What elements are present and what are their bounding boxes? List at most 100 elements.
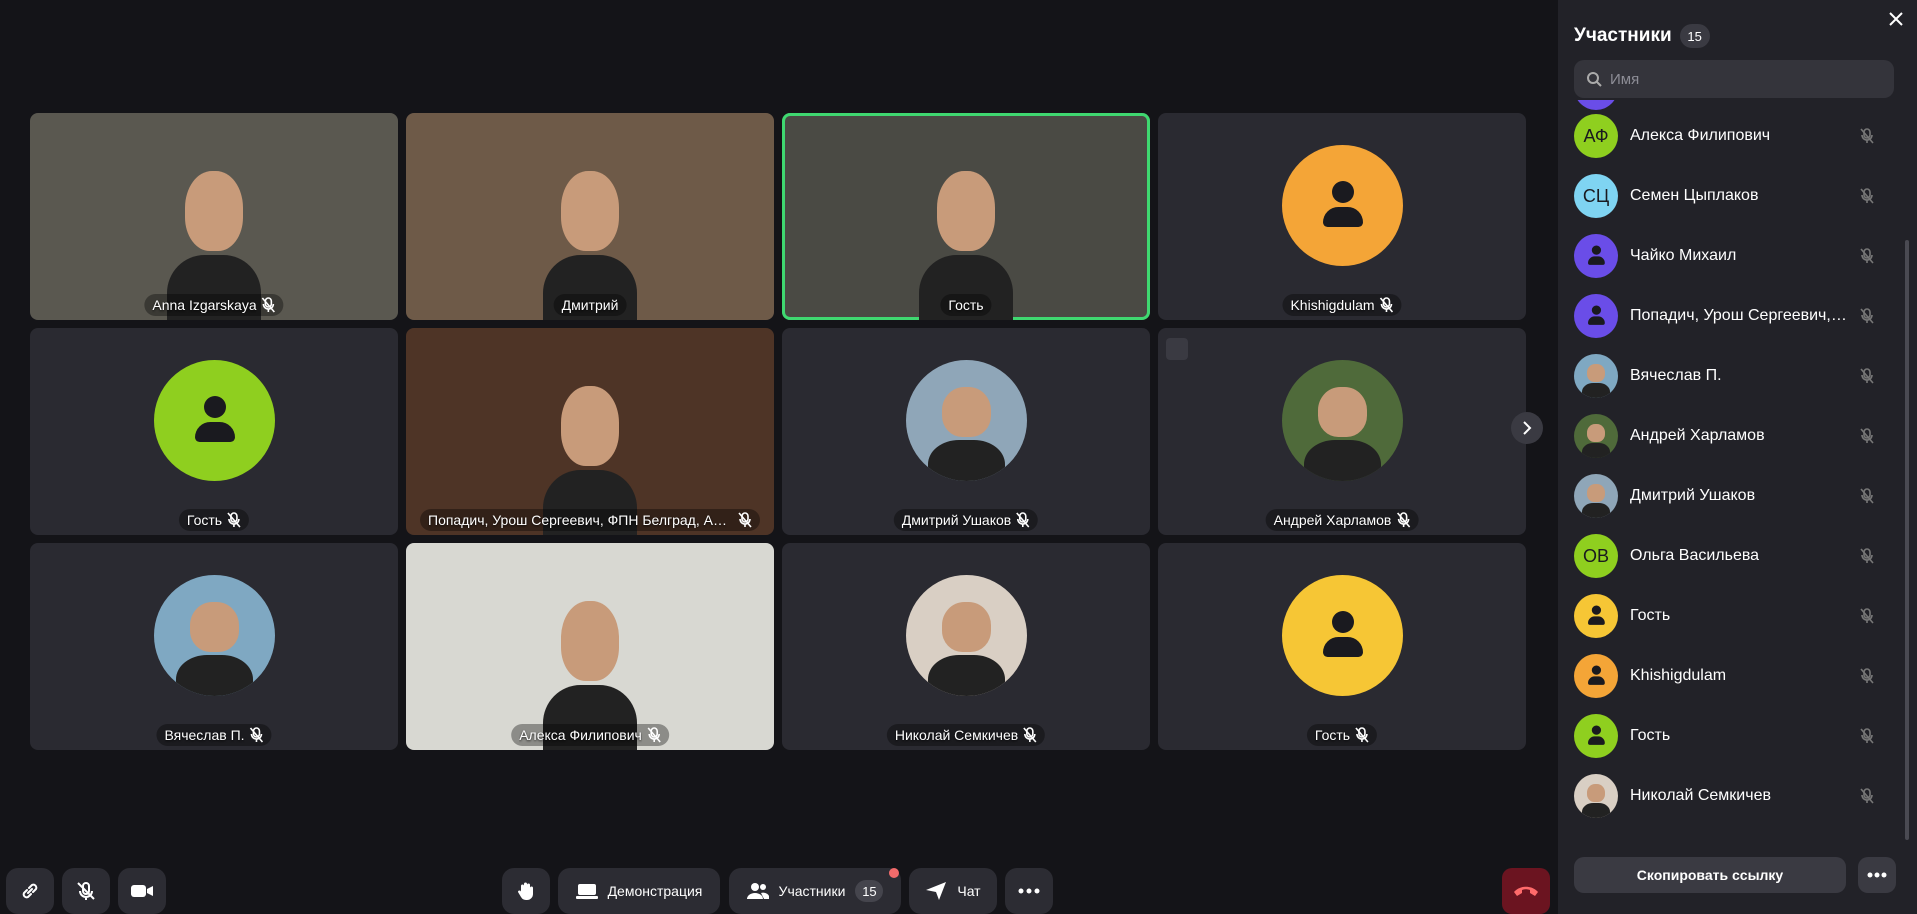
participant-name-chip: Дмитрий xyxy=(553,294,627,316)
participant-list-item[interactable]: АФ Алекса Филипович xyxy=(1574,106,1894,166)
participant-name: Khishigdulam xyxy=(1290,297,1375,313)
participant-tile[interactable]: Дмитрий Ушаков xyxy=(782,328,1150,535)
participant-list-item[interactable]: Андрей Харламов xyxy=(1574,406,1894,466)
search-icon xyxy=(1587,72,1602,87)
person-icon xyxy=(1320,180,1366,231)
video-feed xyxy=(406,328,774,535)
hang-up-icon xyxy=(1514,886,1538,896)
participant-name: Чайко Михаил xyxy=(1630,247,1737,264)
signal-icon xyxy=(1166,338,1188,360)
link-icon xyxy=(22,883,38,899)
send-icon xyxy=(926,882,947,900)
participant-name-chip: Алекса Филипович xyxy=(511,724,669,746)
close-icon[interactable] xyxy=(1887,10,1905,28)
screen-share-icon xyxy=(575,884,598,899)
participant-name: Николай Семкичев xyxy=(1630,787,1771,804)
participant-list-item[interactable]: Чайко Михаил xyxy=(1574,226,1894,286)
video-feed xyxy=(782,113,1150,320)
participant-list-item[interactable]: Попадич, Урош Сергеевич, ФПН Белград, Ас… xyxy=(1574,286,1894,346)
participants-icon xyxy=(746,883,769,899)
mic-off-icon xyxy=(1860,788,1874,804)
chat-button[interactable]: Чат xyxy=(909,868,997,914)
participant-tile[interactable]: Гость xyxy=(1158,543,1526,750)
video-feed xyxy=(406,543,774,750)
raise-hand-button[interactable] xyxy=(502,868,550,914)
participant-name: Попадич, Урош Сергеевич, ФПН Белград, Ас… xyxy=(1630,307,1848,324)
avatar xyxy=(1282,360,1403,481)
mic-off-icon xyxy=(1396,512,1410,528)
more-options-button[interactable] xyxy=(1005,868,1053,914)
participants-count-badge: 15 xyxy=(855,880,884,902)
panel-title: Участники 15 xyxy=(1574,24,1710,48)
mic-off-icon xyxy=(1860,308,1874,324)
avatar xyxy=(1282,575,1403,696)
participant-list-item[interactable]: Гость xyxy=(1574,706,1894,766)
copy-link-button[interactable] xyxy=(6,868,54,914)
avatar-initials: АФ xyxy=(1583,125,1609,146)
microphone-toggle-button[interactable] xyxy=(62,868,110,914)
participant-tile[interactable]: Андрей Харламов xyxy=(1158,328,1526,535)
participant-list-item[interactable]: Гость xyxy=(1574,586,1894,646)
avatar-initials: ОВ xyxy=(1582,545,1609,566)
mic-off-icon xyxy=(77,882,95,900)
panel-count-badge: 15 xyxy=(1679,24,1710,48)
participant-tile[interactable]: Вячеслав П. xyxy=(30,543,398,750)
mic-off-icon xyxy=(1860,548,1874,564)
participant-tile[interactable]: Khishigdulam xyxy=(1158,113,1526,320)
participant-list-item[interactable]: Khishigdulam xyxy=(1574,646,1894,706)
avatar xyxy=(906,575,1027,696)
person-icon xyxy=(1320,610,1366,661)
participant-search[interactable] xyxy=(1574,60,1894,98)
avatar xyxy=(1574,354,1618,398)
avatar xyxy=(1574,654,1618,698)
avatar: ОВ xyxy=(1574,534,1618,578)
participant-tile[interactable]: Николай Семкичев xyxy=(782,543,1150,750)
panel-more-button[interactable] xyxy=(1858,857,1896,893)
participant-name: Николай Семкичев xyxy=(894,727,1019,743)
participant-list-item[interactable]: Вячеслав П. xyxy=(1574,346,1894,406)
screen-share-button[interactable]: Демонстрация xyxy=(558,868,720,914)
person-icon xyxy=(1587,305,1605,327)
mic-off-icon xyxy=(647,727,661,743)
participant-tile[interactable]: Дмитрий xyxy=(406,113,774,320)
participant-name-chip: Гость xyxy=(1306,724,1378,746)
participant-list-scrollbar[interactable] xyxy=(1905,240,1909,840)
participant-tile[interactable]: Anna Izgarskaya xyxy=(30,113,398,320)
participant-name-chip: Дмитрий Ушаков xyxy=(893,509,1039,531)
more-horizontal-icon xyxy=(1018,888,1040,894)
participant-list-item[interactable]: СЦ Семен Цыплаков xyxy=(1574,166,1894,226)
next-page-button[interactable] xyxy=(1511,412,1543,444)
participant-tile[interactable]: Гость xyxy=(782,113,1150,320)
participant-name: Семен Цыплаков xyxy=(1630,187,1759,204)
person-icon xyxy=(1587,665,1605,687)
search-input[interactable] xyxy=(1610,70,1880,88)
avatar-initials: СЦ xyxy=(1582,185,1610,206)
end-call-button[interactable] xyxy=(1502,868,1550,914)
participant-list-item[interactable]: ОВ Ольга Васильева xyxy=(1574,526,1894,586)
participants-button[interactable]: Участники 15 xyxy=(729,868,901,914)
camera-toggle-button[interactable] xyxy=(118,868,166,914)
participant-tile[interactable]: Попадич, Урош Сергеевич, ФПН Белград, Ас… xyxy=(406,328,774,535)
mic-off-icon xyxy=(1016,512,1030,528)
participant-name: Попадич, Урош Сергеевич, ФПН Белград, Ас… xyxy=(428,512,733,528)
mic-off-icon xyxy=(1860,608,1874,624)
participant-name-chip: Anna Izgarskaya xyxy=(144,294,284,316)
participants-panel: Участники 15 АФ Алекса Филипович СЦ Семен Ц… xyxy=(1558,0,1917,914)
participant-name: Ольга Васильева xyxy=(1630,547,1760,564)
avatar xyxy=(1574,474,1618,518)
avatar xyxy=(1574,294,1618,338)
avatar xyxy=(154,360,275,481)
participant-list-item[interactable]: Дмитрий Ушаков xyxy=(1574,466,1894,526)
mic-off-icon xyxy=(1023,727,1037,743)
mic-off-icon xyxy=(1860,428,1874,444)
participant-list-item[interactable]: Николай Семкичев xyxy=(1574,766,1894,826)
copy-link-panel-button[interactable]: Скопировать ссылку xyxy=(1574,857,1846,893)
participant-tile[interactable]: Гость xyxy=(30,328,398,535)
participant-name-chip: Гость xyxy=(940,294,992,316)
participant-tile[interactable]: Алекса Филипович xyxy=(406,543,774,750)
mic-off-icon xyxy=(1379,297,1394,313)
person-icon xyxy=(1587,605,1605,627)
avatar xyxy=(1574,714,1618,758)
participant-name-chip: Николай Семкичев xyxy=(886,724,1046,746)
participant-name: Дмитрий Ушаков xyxy=(1630,487,1756,504)
